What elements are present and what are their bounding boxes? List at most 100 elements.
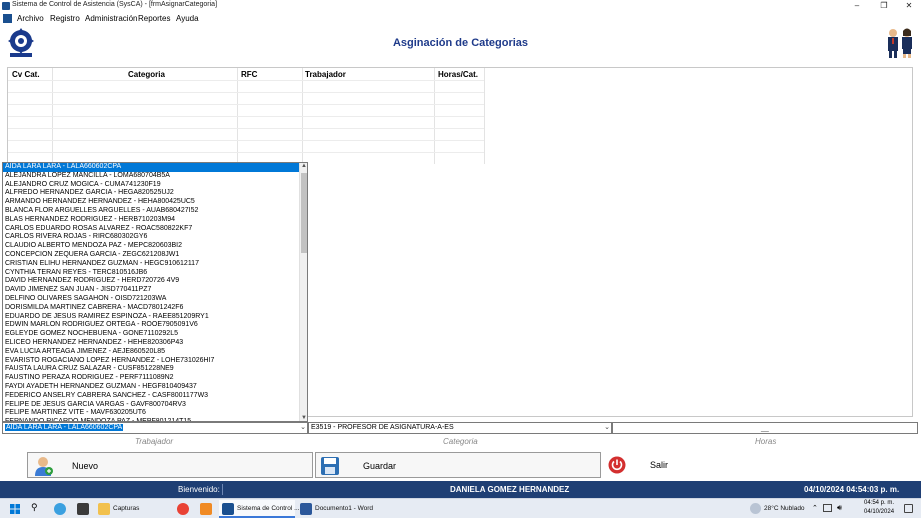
dropdown-item[interactable]: CRISTIAN ELIHU HERNANDEZ GUZMAN - HEGC91… bbox=[3, 260, 299, 269]
status-bar: Bienvenido: DANIELA GOMEZ HERNANDEZ 04/1… bbox=[0, 481, 921, 498]
app-icon[interactable] bbox=[200, 503, 212, 515]
windows-taskbar: ⚲ Capturas Sistema de Control ... Docume… bbox=[0, 498, 921, 518]
status-divider bbox=[222, 484, 223, 495]
close-button[interactable]: ✕ bbox=[897, 0, 921, 12]
weather-text[interactable]: 28°C Nublado bbox=[764, 505, 805, 512]
windows-start-icon[interactable] bbox=[10, 504, 20, 514]
dropdown-item[interactable]: ALEJANDRA LOPEZ MANCILLA - LOMA680704B5A bbox=[3, 172, 299, 181]
dropdown-item[interactable]: CARLOS RIVERA ROJAS - RIRC680302GY6 bbox=[3, 233, 299, 242]
dropdown-scrollbar[interactable]: ▲ ▼ bbox=[299, 163, 307, 421]
taskbar-app-sysca[interactable]: Sistema de Control ... bbox=[237, 505, 300, 512]
categoria-combo[interactable]: E3519 - PROFESOR DE ASIGNATURA-A-ES ⌄ bbox=[308, 422, 612, 434]
dropdown-item[interactable]: BLAS HERNANDEZ RODRIGUEZ - HERB710203M94 bbox=[3, 216, 299, 225]
column-header-trabajador[interactable]: Trabajador bbox=[305, 70, 346, 79]
scroll-down-icon[interactable]: ▼ bbox=[301, 415, 307, 421]
volume-icon[interactable]: 🔊︎ bbox=[837, 503, 842, 513]
save-icon bbox=[321, 457, 339, 475]
window-titlebar: Sistema de Control de Asistencia (SysCA)… bbox=[0, 0, 921, 12]
row-divider bbox=[8, 140, 484, 141]
nuevo-button-label: Nuevo bbox=[72, 461, 99, 471]
guardar-button[interactable]: Guardar bbox=[315, 452, 601, 478]
menu-archivo[interactable]: Archivo bbox=[17, 13, 44, 24]
trabajador-dropdown-list[interactable]: AIDA LARA LARA - LALA660602CPA ALEJANDRA … bbox=[2, 162, 308, 422]
minimize-button[interactable]: – bbox=[845, 0, 869, 12]
row-divider bbox=[8, 80, 484, 81]
salir-button-label: Salir bbox=[650, 460, 669, 470]
dropdown-item[interactable]: AIDA LARA LARA - LALA660602CPA bbox=[3, 163, 299, 172]
dropdown-item[interactable]: DORISMILDA MARTINEZ CABRERA - MACD780124… bbox=[3, 304, 299, 313]
dropdown-item[interactable]: BLANCA FLOR ARGUELLES ARGUELLES - AUAB68… bbox=[3, 207, 299, 216]
dropdown-item[interactable]: ARMANDO HERNANDEZ HERNANDEZ - HEHA800425… bbox=[3, 198, 299, 207]
row-divider bbox=[8, 116, 484, 117]
app-icon bbox=[2, 2, 10, 10]
chevron-down-icon[interactable]: ⌄ bbox=[604, 423, 610, 433]
dropdown-item[interactable]: ALFREDO HERNANDEZ GARCIA - HEGA820525UJ2 bbox=[3, 189, 299, 198]
welcome-label: Bienvenido: bbox=[178, 485, 220, 494]
dropdown-item[interactable]: FAYDI AYADETH HERNANDEZ GUZMAN - HEGF810… bbox=[3, 383, 299, 392]
taskbar-app-capturas[interactable]: Capturas bbox=[113, 505, 139, 512]
folder-icon[interactable] bbox=[98, 503, 110, 515]
form-icon bbox=[3, 14, 12, 23]
scroll-up-icon[interactable]: ▲ bbox=[301, 163, 307, 169]
dropdown-item[interactable]: FELIPE MARTINEZ VITE - MAVF630205UT6 bbox=[3, 409, 299, 418]
window-title: Sistema de Control de Asistencia (SysCA)… bbox=[12, 1, 218, 8]
salir-button[interactable]: Salir bbox=[604, 452, 694, 478]
dropdown-item[interactable]: FELIPE DE JESUS GARCIA VARGAS - GAVF8007… bbox=[3, 401, 299, 410]
menu-administracion[interactable]: Administración bbox=[85, 13, 137, 24]
dropdown-item[interactable]: EGLEYDE GOMEZ NOCHEBUENA - GONE7110292L5 bbox=[3, 330, 299, 339]
current-user: DANIELA GOMEZ HERNANDEZ bbox=[450, 485, 570, 494]
dropdown-item[interactable]: FAUSTA LAURA CRUZ SALAZAR - CUSF851228NE… bbox=[3, 365, 299, 374]
dropdown-item[interactable]: ELICEO HERNANDEZ HERNANDEZ - HEHE820306P… bbox=[3, 339, 299, 348]
column-header-horas-cat[interactable]: Horas/Cat. bbox=[438, 70, 478, 79]
menu-registro[interactable]: Registro bbox=[50, 13, 80, 24]
chrome-icon[interactable] bbox=[177, 503, 189, 515]
taskbar-time[interactable]: 04:54 p. m. bbox=[864, 500, 894, 506]
network-icon[interactable] bbox=[823, 504, 832, 512]
new-user-icon bbox=[35, 457, 53, 476]
menu-ayuda[interactable]: Ayuda bbox=[176, 13, 199, 24]
column-header-cv-cat[interactable]: Cv Cat. bbox=[12, 70, 40, 79]
row-divider bbox=[8, 152, 484, 153]
taskbar-date[interactable]: 04/10/2024 bbox=[864, 509, 894, 515]
dropdown-item[interactable]: DAVID HERNANDEZ RODRIGUEZ - HERD720726 4… bbox=[3, 277, 299, 286]
store-icon[interactable] bbox=[77, 503, 89, 515]
sysca-icon bbox=[222, 503, 234, 515]
trabajador-combo[interactable]: AIDA LARA LARA - LALA660602CPA ⌄ bbox=[2, 422, 308, 434]
row-divider bbox=[8, 104, 484, 105]
menu-reportes[interactable]: Reportes bbox=[138, 13, 170, 24]
dropdown-item[interactable]: CONCEPCION ZEQUERA GARCIA - ZEGC621208JW… bbox=[3, 251, 299, 260]
dropdown-item[interactable]: EDWIN MARLON RODRIGUEZ ORTEGA - ROOE7905… bbox=[3, 321, 299, 330]
trabajador-combo-value: AIDA LARA LARA - LALA660602CPA bbox=[5, 424, 124, 431]
dropdown-item[interactable]: EDUARDO DE JESUS RAMIREZ ESPINOZA - RAEE… bbox=[3, 313, 299, 322]
people-icon bbox=[888, 28, 912, 58]
dropdown-item[interactable]: EVARISTO ROGACIANO LOPEZ HERNANDEZ - LOH… bbox=[3, 357, 299, 366]
dropdown-item[interactable]: CYNTHIA TERAN REYES - TERC810516JB6 bbox=[3, 269, 299, 278]
column-header-rfc[interactable]: RFC bbox=[241, 70, 257, 79]
horas-input-dash: __ bbox=[761, 425, 769, 432]
power-icon bbox=[608, 456, 626, 474]
status-datetime: 04/10/2024 04:54:03 p. m. bbox=[804, 485, 900, 494]
horas-caption: Horas bbox=[755, 437, 777, 446]
edge-icon[interactable] bbox=[54, 503, 66, 515]
scrollbar-thumb[interactable] bbox=[301, 173, 307, 253]
taskbar-app-word[interactable]: Documento1 - Word bbox=[315, 505, 373, 512]
chevron-down-icon[interactable]: ⌄ bbox=[300, 423, 306, 433]
dropdown-item[interactable]: CARLOS EDUARDO ROSAS ALVAREZ - ROAC58082… bbox=[3, 225, 299, 234]
column-header-categoria[interactable]: Categoria bbox=[128, 70, 165, 79]
search-icon[interactable]: ⚲ bbox=[31, 502, 38, 513]
horas-input[interactable]: __ bbox=[612, 422, 918, 434]
dropdown-item[interactable]: DAVID JIMENEZ SAN JUAN - JISD770411PZ7 bbox=[3, 286, 299, 295]
nuevo-button[interactable]: Nuevo bbox=[27, 452, 313, 478]
notification-icon[interactable] bbox=[904, 504, 913, 513]
word-icon[interactable] bbox=[300, 503, 312, 515]
dropdown-item[interactable]: ALEJANDRO CRUZ MOGICA - CUMA741230F19 bbox=[3, 181, 299, 190]
dropdown-item[interactable]: FAUSTINO PERAZA RODRIGUEZ - PERF7111089N… bbox=[3, 374, 299, 383]
weather-icon bbox=[750, 503, 761, 514]
dropdown-item[interactable]: DELFINO OLIVARES SAGAHON - OISD721203WA bbox=[3, 295, 299, 304]
dropdown-item[interactable]: FEDERICO ANSELRY CABRERA SANCHEZ - CASF8… bbox=[3, 392, 299, 401]
guardar-button-label: Guardar bbox=[363, 461, 397, 471]
tray-chevron-icon[interactable]: ⌃ bbox=[812, 504, 818, 512]
dropdown-item[interactable]: EVA LUCIA ARTEAGA JIMENEZ - AEJE860520L8… bbox=[3, 348, 299, 357]
dropdown-item[interactable]: CLAUDIO ALBERTO MENDOZA PAZ - MEPC820603… bbox=[3, 242, 299, 251]
restore-button[interactable]: ❐ bbox=[872, 0, 896, 12]
